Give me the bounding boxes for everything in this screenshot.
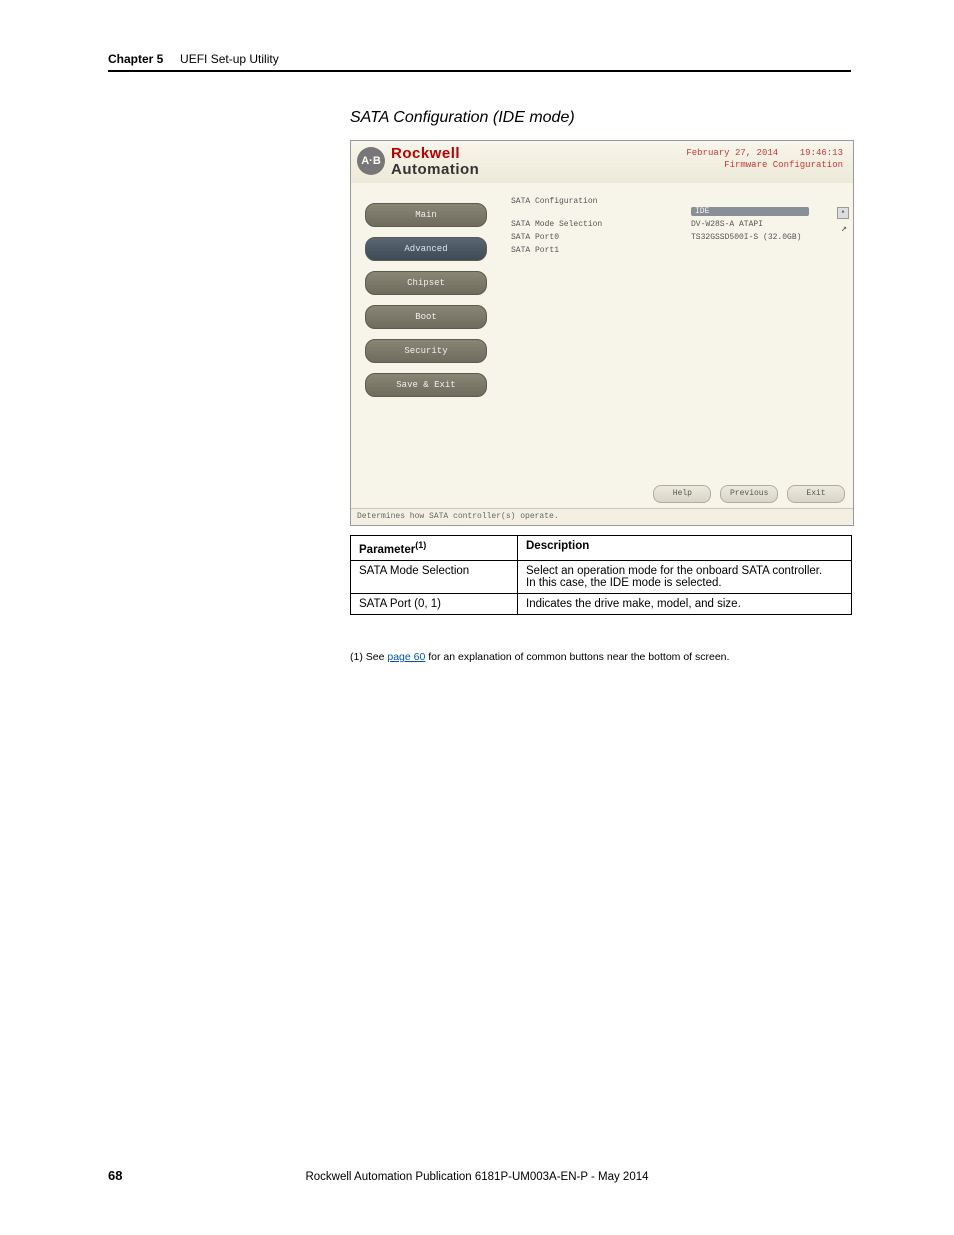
exit-button[interactable]: Exit: [787, 485, 845, 503]
running-header: Chapter 5 UEFI Set-up Utility: [108, 52, 279, 66]
publication-line: Rockwell Automation Publication 6181P-UM…: [0, 1171, 954, 1183]
parameter-table: Parameter(1) Description SATA Mode Selec…: [350, 535, 852, 615]
sidebar-item-main[interactable]: Main: [365, 203, 487, 227]
row-label-2: SATA Port1: [511, 246, 671, 255]
scroll-up-icon[interactable]: ▴: [837, 207, 849, 219]
bios-content-labels: SATA Configuration SATA Mode Selection S…: [511, 193, 671, 259]
sidebar-item-security[interactable]: Security: [365, 339, 487, 363]
header-rule: [108, 70, 851, 72]
row-label-1: SATA Port0: [511, 233, 671, 242]
bios-content-values: IDE DV-W28S-A ATAPI TS32GSSD500I-S (32.0…: [691, 207, 841, 242]
sata-port0-value: DV-W28S-A ATAPI: [691, 220, 841, 229]
cell-param-0: SATA Mode Selection: [351, 560, 518, 593]
th-description: Description: [518, 536, 852, 561]
th-parameter: Parameter(1): [351, 536, 518, 561]
table-row: SATA Port (0, 1) Indicates the drive mak…: [351, 593, 852, 614]
bios-sidebar: Main Advanced Chipset Boot Security Save…: [365, 203, 485, 407]
bios-subtitle: Firmware Configuration: [724, 160, 843, 170]
brand-text: Rockwell Automation: [391, 147, 479, 179]
ab-logo-icon: A·B: [357, 147, 385, 175]
footnote: (1) See page 60 for an explanation of co…: [350, 651, 729, 663]
bios-body: Main Advanced Chipset Boot Security Save…: [351, 183, 853, 509]
table-row: SATA Mode Selection Select an operation …: [351, 560, 852, 593]
bios-screenshot: A·B Rockwell Automation February 27, 201…: [350, 140, 854, 526]
sidebar-item-save-exit[interactable]: Save & Exit: [365, 373, 487, 397]
sata-mode-value[interactable]: IDE: [691, 207, 809, 216]
bios-brand-bar: A·B Rockwell Automation February 27, 201…: [351, 141, 853, 184]
sidebar-item-advanced[interactable]: Advanced: [365, 237, 487, 261]
chapter-title: UEFI Set-up Utility: [180, 52, 279, 66]
sidebar-item-chipset[interactable]: Chipset: [365, 271, 487, 295]
cursor-icon: ↖: [841, 223, 847, 235]
section-title: SATA Configuration (IDE mode): [350, 109, 575, 127]
brand-right: February 27, 2014 19:46:13 Firmware Conf…: [686, 147, 843, 171]
content-heading: SATA Configuration: [511, 197, 671, 206]
cell-desc-1: Indicates the drive make, model, and siz…: [518, 593, 852, 614]
cell-param-1: SATA Port (0, 1): [351, 593, 518, 614]
bios-action-row: Help Previous Exit: [649, 485, 845, 503]
bios-date: February 27, 2014: [686, 148, 778, 158]
brand-line1: Rockwell: [391, 145, 460, 162]
previous-button[interactable]: Previous: [720, 485, 778, 503]
sata-port1-value: TS32GSSD500I-S (32.0GB): [691, 233, 841, 242]
footnote-link[interactable]: page 60: [387, 651, 425, 663]
sidebar-item-boot[interactable]: Boot: [365, 305, 487, 329]
chapter-label: Chapter 5: [108, 52, 163, 66]
brand-line2: Automation: [391, 161, 479, 178]
bios-time: 19:46:13: [800, 148, 843, 158]
cell-desc-0: Select an operation mode for the onboard…: [518, 560, 852, 593]
help-button[interactable]: Help: [653, 485, 711, 503]
bios-status-bar: Determines how SATA controller(s) operat…: [351, 508, 853, 525]
row-label-0: SATA Mode Selection: [511, 220, 671, 229]
